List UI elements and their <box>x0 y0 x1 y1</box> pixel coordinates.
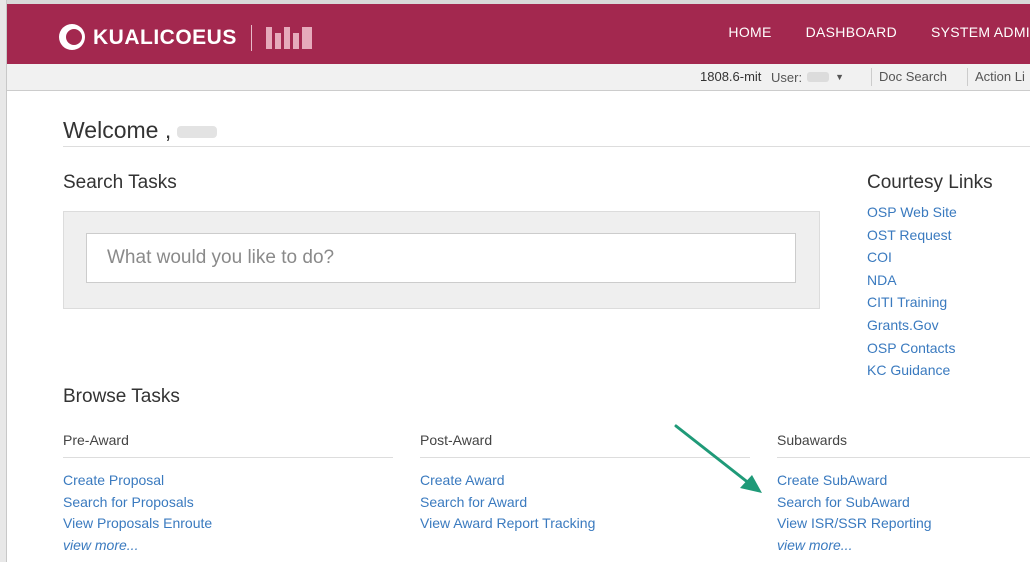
courtesy-link-osp-web-site[interactable]: OSP Web Site <box>867 201 957 224</box>
create-proposal-link[interactable]: Create Proposal <box>63 470 393 492</box>
top-nav: HOME DASHBOARD SYSTEM ADMI <box>728 24 1030 40</box>
courtesy-link-osp-contacts[interactable]: OSP Contacts <box>867 337 957 360</box>
subawards-column: Subawards Create SubAward Search for Sub… <box>777 432 1030 556</box>
search-subaward-link[interactable]: Search for SubAward <box>777 492 1030 514</box>
doc-search-link[interactable]: Doc Search <box>879 69 947 84</box>
view-award-report-tracking-link[interactable]: View Award Report Tracking <box>420 513 750 535</box>
pre-award-column: Pre-Award Create Proposal Search for Pro… <box>63 432 393 556</box>
nav-home[interactable]: HOME <box>728 24 771 40</box>
logo-divider <box>250 25 252 51</box>
courtesy-link-kc-guidance[interactable]: KC Guidance <box>867 359 957 382</box>
search-panel <box>63 211 820 309</box>
green-arrow-icon <box>674 424 762 493</box>
chevron-down-icon: ▼ <box>835 72 844 82</box>
welcome-heading: Welcome , <box>63 117 218 144</box>
welcome-text: Welcome , <box>63 117 172 143</box>
search-tasks-title: Search Tasks <box>63 172 177 193</box>
subawards-header: Subawards <box>777 432 848 448</box>
nav-system-admin[interactable]: SYSTEM ADMI <box>931 24 1030 40</box>
kc-logo-icon <box>59 24 89 52</box>
window-frame-left <box>0 0 7 562</box>
nav-dashboard[interactable]: DASHBOARD <box>806 24 897 40</box>
action-list-link[interactable]: Action Li <box>975 69 1025 84</box>
user-name-redacted <box>177 125 218 138</box>
courtesy-link-citi-training[interactable]: CITI Training <box>867 291 957 314</box>
user-dropdown[interactable]: User: ▼ <box>771 64 844 90</box>
search-tasks-input[interactable] <box>86 233 796 283</box>
pre-award-header: Pre-Award <box>63 432 129 448</box>
user-name-redacted <box>807 72 830 82</box>
subawards-view-more-link[interactable]: view more... <box>777 535 1030 557</box>
browse-tasks-title: Browse Tasks <box>63 386 180 407</box>
pre-award-view-more-link[interactable]: view more... <box>63 535 393 557</box>
view-proposals-enroute-link[interactable]: View Proposals Enroute <box>63 513 393 535</box>
view-isr-ssr-reporting-link[interactable]: View ISR/SSR Reporting <box>777 513 1030 535</box>
courtesy-link-nda[interactable]: NDA <box>867 269 957 292</box>
utility-bar: 1808.6-mit User: ▼ Doc Search Action Li <box>7 64 1030 91</box>
version-label: 1808.6-mit <box>700 69 762 84</box>
divider <box>967 68 968 86</box>
user-label: User: <box>771 69 803 85</box>
courtesy-link-coi[interactable]: COI <box>867 246 957 269</box>
courtesy-link-grants-gov[interactable]: Grants.Gov <box>867 314 957 337</box>
logo-text: KUALICOEUS <box>93 26 237 49</box>
column-divider <box>63 457 393 458</box>
courtesy-links-list: OSP Web Site OST Request COI NDA CITI Tr… <box>867 201 957 382</box>
search-proposals-link[interactable]: Search for Proposals <box>63 492 393 514</box>
courtesy-links-title: Courtesy Links <box>867 172 993 193</box>
welcome-divider <box>63 146 1030 147</box>
courtesy-link-ost-request[interactable]: OST Request <box>867 224 957 247</box>
kualicoeus-logo[interactable]: KUALICOEUS <box>59 24 312 52</box>
column-divider <box>777 457 1030 458</box>
divider <box>871 68 872 86</box>
mit-logo-icon <box>265 27 312 49</box>
app-header: KUALICOEUS HOME DASHBOARD SYSTEM ADMI <box>7 4 1030 64</box>
create-subaward-link[interactable]: Create SubAward <box>777 470 1030 492</box>
